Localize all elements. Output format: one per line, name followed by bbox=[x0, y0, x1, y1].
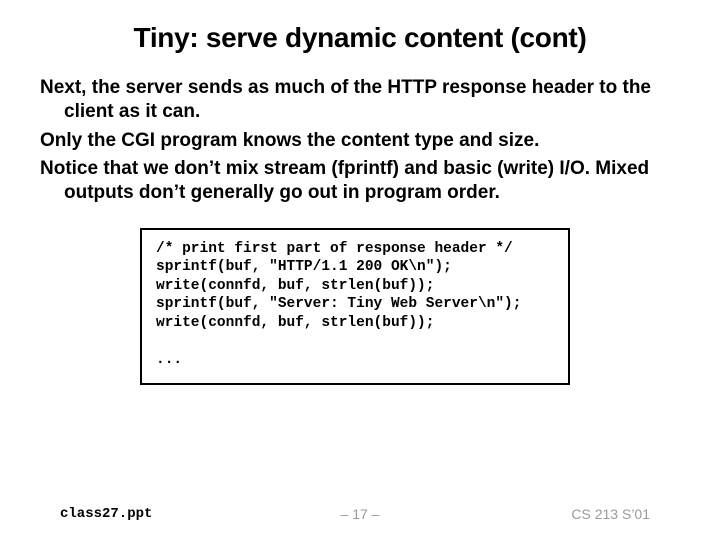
footer-course: CS 213 S’01 bbox=[571, 506, 650, 522]
paragraph: Notice that we don’t mix stream (fprintf… bbox=[40, 157, 680, 206]
paragraph: Next, the server sends as much of the HT… bbox=[40, 76, 680, 125]
code-block: /* print first part of response header *… bbox=[140, 228, 570, 386]
paragraph: Only the CGI program knows the content t… bbox=[40, 129, 680, 153]
body-text: Next, the server sends as much of the HT… bbox=[0, 76, 720, 206]
footer: class27.ppt – 17 – CS 213 S’01 bbox=[0, 498, 720, 522]
slide-title: Tiny: serve dynamic content (cont) bbox=[0, 22, 720, 54]
